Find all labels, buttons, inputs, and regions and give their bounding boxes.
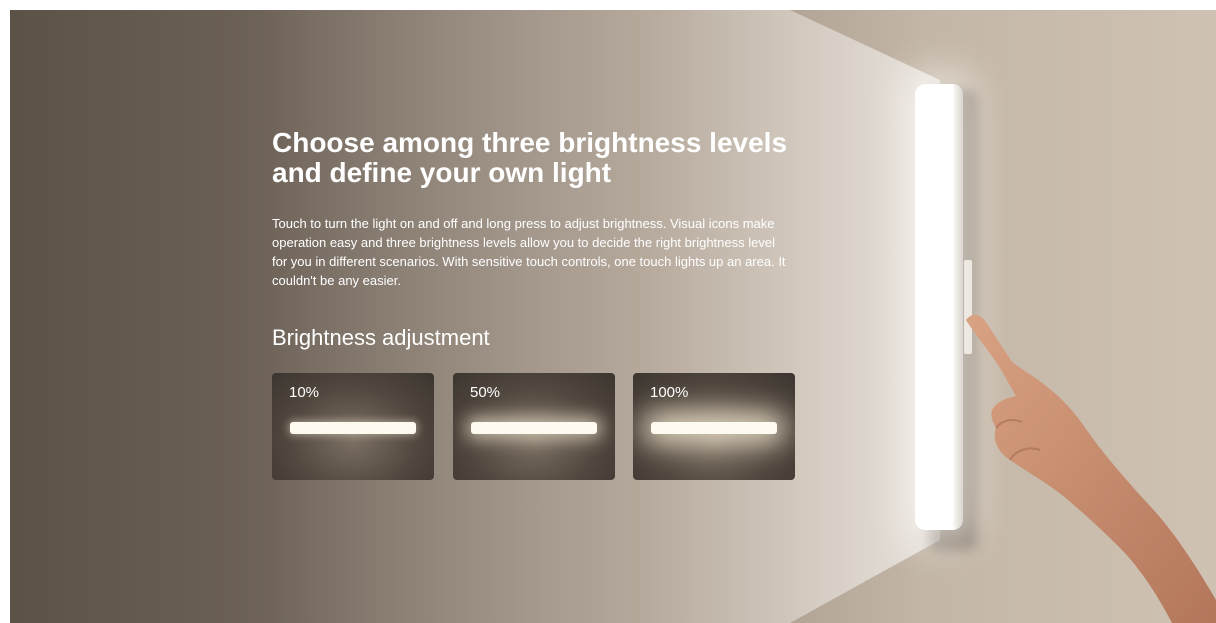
- brightness-level-label: 50%: [470, 384, 501, 401]
- brightness-adjustment-title: Brightness adjustment: [272, 325, 490, 350]
- feature-description: Touch to turn the light on and off and l…: [272, 216, 786, 288]
- light-bar-50: [471, 422, 597, 434]
- headline-line-1: Choose among three brightness levels: [272, 127, 788, 158]
- light-bar-10: [290, 422, 416, 434]
- brightness-card-10: 10%: [272, 373, 434, 480]
- hand-icon: [966, 314, 1216, 623]
- brightness-card-100: 100%: [633, 373, 795, 480]
- headline: Choose among three brightness levels and…: [272, 128, 832, 188]
- light-bar-100: [651, 422, 777, 434]
- headline-line-2: and define your own light: [272, 157, 612, 188]
- product-banner: Choose among three brightness levels and…: [10, 10, 1216, 623]
- brightness-card-50: 50%: [453, 373, 615, 480]
- brightness-level-label: 10%: [289, 384, 320, 401]
- brightness-level-label: 100%: [650, 384, 689, 401]
